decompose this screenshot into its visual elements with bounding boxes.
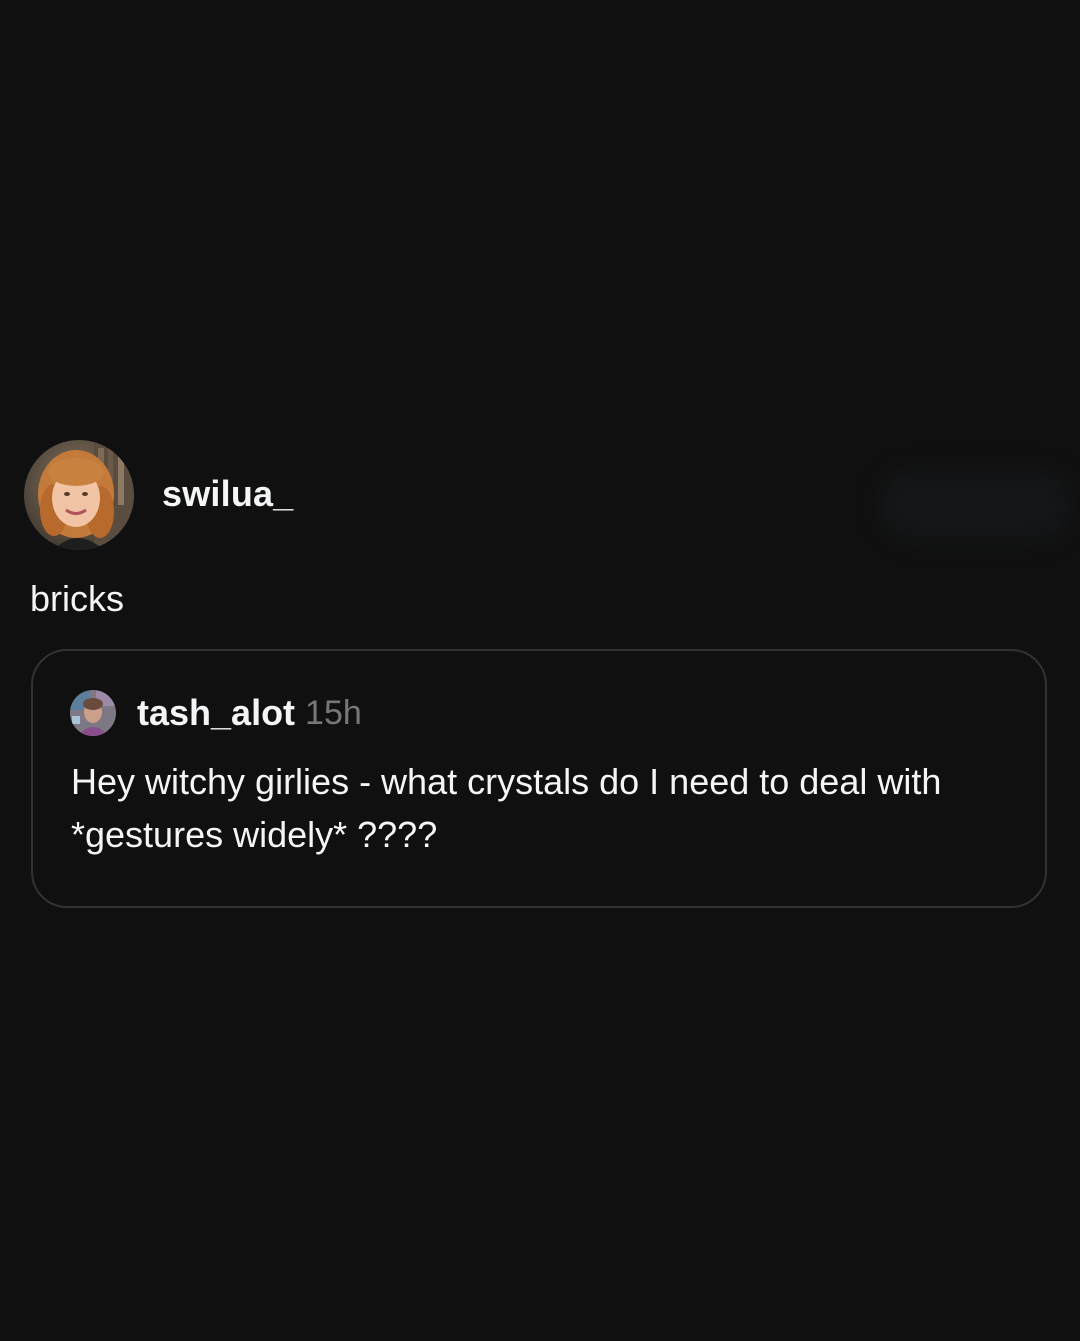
quoted-author-avatar[interactable] [70,690,116,736]
author-avatar[interactable] [24,440,134,550]
quoted-post-text: Hey witchy girlies - what crystals do I … [71,761,942,855]
profile-photo-icon [70,690,116,736]
quoted-post-card[interactable]: tash_alot 15h Hey witchy girlies - what … [31,649,1047,908]
quoted-post-header: tash_alot 15h [70,690,362,736]
quoted-author-username[interactable]: tash_alot [137,692,295,734]
post-body-text: bricks [30,578,125,619]
profile-photo-icon [24,440,134,550]
thread-post: swilua_ bricks tash_alot 15h Hey witchy … [0,0,1080,1341]
author-username[interactable]: swilua_ [162,473,293,515]
post-author-row: swilua_ [24,440,293,550]
faded-background-element [880,470,1070,540]
quoted-post-timestamp: 15h [305,693,362,732]
